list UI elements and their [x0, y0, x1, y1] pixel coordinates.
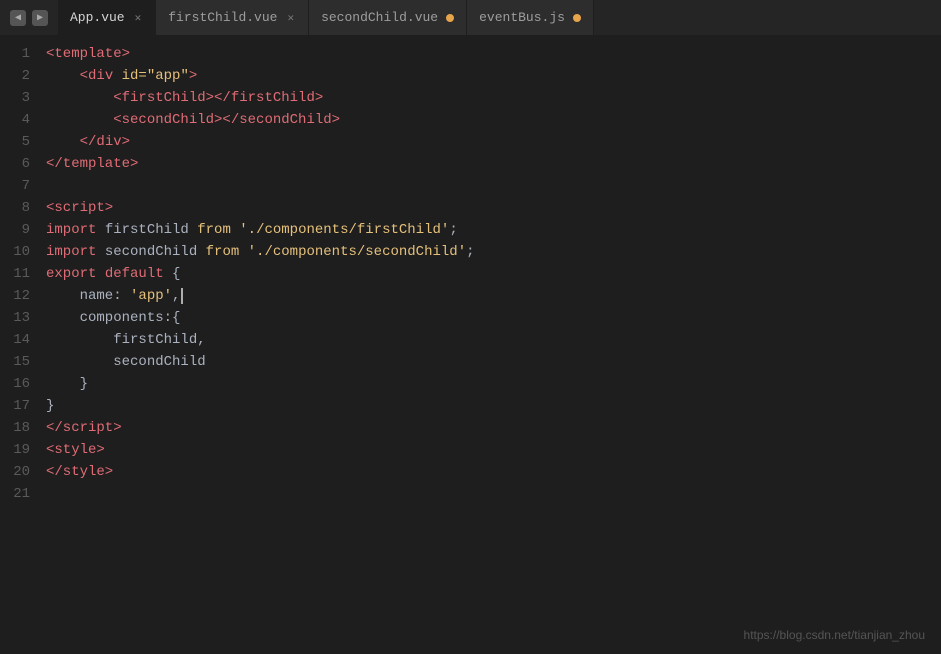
line-number: 19 [0, 439, 30, 461]
line-number: 14 [0, 329, 30, 351]
code-line-21 [46, 483, 941, 505]
line-number: 3 [0, 87, 30, 109]
line-number: 12 [0, 285, 30, 307]
code-line-8: <script> [46, 197, 941, 219]
modified-dot [573, 14, 581, 22]
line-number: 17 [0, 395, 30, 417]
code-line-7 [46, 175, 941, 197]
code-line-16: } [46, 373, 941, 395]
line-number: 16 [0, 373, 30, 395]
tab-label: eventBus.js [479, 10, 565, 25]
code-line-13: components:{ [46, 307, 941, 329]
code-line-2: <div id="app"> [46, 65, 941, 87]
code-content[interactable]: <template> <div id="app"> <firstChild></… [42, 35, 941, 654]
back-button[interactable]: ◀ [10, 10, 26, 26]
line-number: 21 [0, 483, 30, 505]
line-number: 4 [0, 109, 30, 131]
close-icon[interactable]: ✕ [133, 9, 144, 27]
code-line-17: } [46, 395, 941, 417]
title-bar: ◀ ▶ App.vue ✕ firstChild.vue ✕ secondChi… [0, 0, 941, 35]
code-line-15: secondChild [46, 351, 941, 373]
line-number: 8 [0, 197, 30, 219]
line-number: 2 [0, 65, 30, 87]
tab-label: firstChild.vue [168, 10, 277, 25]
code-line-5: </div> [46, 131, 941, 153]
modified-dot [446, 14, 454, 22]
line-number: 9 [0, 219, 30, 241]
line-number: 7 [0, 175, 30, 197]
code-line-3: <firstChild></firstChild> [46, 87, 941, 109]
code-line-10: import secondChild from './components/se… [46, 241, 941, 263]
code-line-14: firstChild, [46, 329, 941, 351]
tab-secondchild-vue[interactable]: secondChild.vue [309, 0, 467, 35]
tab-label: secondChild.vue [321, 10, 438, 25]
window-controls: ◀ ▶ [0, 10, 58, 26]
line-number: 11 [0, 263, 30, 285]
line-number: 20 [0, 461, 30, 483]
editor: 1 2 3 4 5 6 7 8 9 10 11 12 13 14 15 16 1… [0, 35, 941, 654]
line-number: 18 [0, 417, 30, 439]
line-number: 10 [0, 241, 30, 263]
tab-eventbus-js[interactable]: eventBus.js [467, 0, 594, 35]
code-line-4: <secondChild></secondChild> [46, 109, 941, 131]
code-line-19: <style> [46, 439, 941, 461]
tab-app-vue[interactable]: App.vue ✕ [58, 0, 156, 35]
line-number: 15 [0, 351, 30, 373]
tab-firstchild-vue[interactable]: firstChild.vue ✕ [156, 0, 309, 35]
watermark: https://blog.csdn.net/tianjian_zhou [744, 628, 925, 642]
line-numbers: 1 2 3 4 5 6 7 8 9 10 11 12 13 14 15 16 1… [0, 35, 42, 654]
line-number: 13 [0, 307, 30, 329]
code-line-9: import firstChild from './components/fir… [46, 219, 941, 241]
forward-button[interactable]: ▶ [32, 10, 48, 26]
code-line-18: </script> [46, 417, 941, 439]
code-line-11: export default { [46, 263, 941, 285]
line-number: 5 [0, 131, 30, 153]
line-number: 6 [0, 153, 30, 175]
code-line-20: </style> [46, 461, 941, 483]
tab-label: App.vue [70, 10, 125, 25]
code-line-12: name: 'app', [46, 285, 941, 307]
tab-bar: App.vue ✕ firstChild.vue ✕ secondChild.v… [58, 0, 941, 35]
line-number: 1 [0, 43, 30, 65]
code-line-1: <template> [46, 43, 941, 65]
close-icon[interactable]: ✕ [285, 9, 296, 27]
code-line-6: </template> [46, 153, 941, 175]
